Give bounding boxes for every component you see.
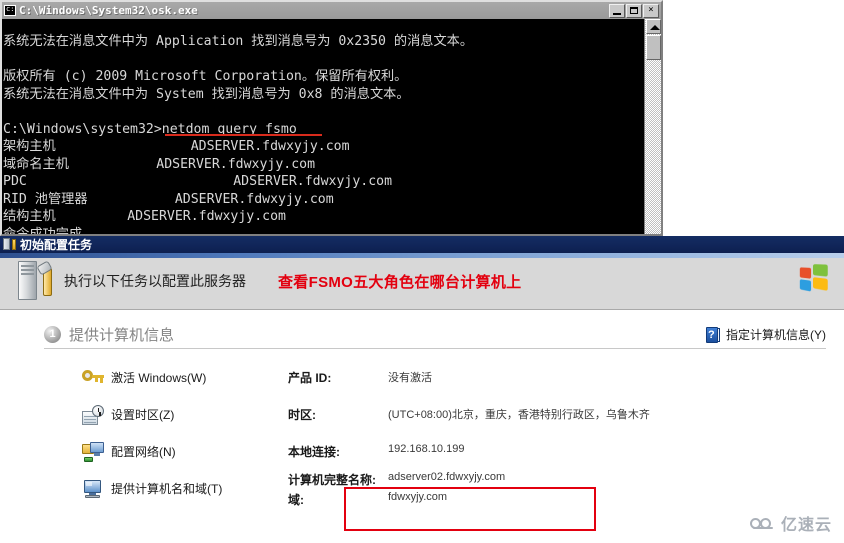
key-icon	[82, 368, 104, 388]
product-id-field: 产品 ID: 没有激活	[288, 369, 844, 386]
console-scrollbar[interactable]	[644, 19, 661, 234]
ict-header-text: 执行以下任务以配置此服务器	[64, 273, 246, 289]
full-computer-name-label: 计算机完整名称:	[288, 473, 376, 487]
timezone-field: 时区: (UTC+08:00)北京，重庆，香港特别行政区，乌鲁木齐	[288, 406, 844, 423]
domain-value: fdwxyjy.com	[388, 491, 448, 503]
section-number-badge: 1	[44, 326, 61, 343]
help-book-icon: ?	[706, 326, 720, 343]
ict-header-banner: 执行以下任务以配置此服务器 查看FSMO五大角色在哪台计算机上	[0, 253, 844, 310]
specify-computer-information-link[interactable]: ? 指定计算机信息(Y)	[706, 326, 826, 343]
provide-computer-name-task[interactable]: 提供计算机名和域(T)	[0, 479, 288, 499]
task-list: 激活 Windows(W) 产品 ID: 没有激活 设置时区(Z) 时区: (U…	[0, 359, 844, 507]
product-id-label: 产品 ID:	[288, 371, 332, 385]
full-computer-name-row: 计算机完整名称: adserver02.fdwxyjy.com	[288, 471, 505, 488]
ict-title: 初始配置任务	[20, 238, 93, 252]
section-title: 提供计算机信息	[69, 327, 175, 344]
local-connection-value: 192.168.10.199	[388, 443, 465, 455]
computer-name-domain-fields: 计算机完整名称: adserver02.fdwxyjy.com 域: fdwxy…	[288, 469, 844, 508]
network-icon	[82, 441, 104, 462]
configure-network-label: 配置网络(N)	[111, 445, 176, 459]
set-timezone-task[interactable]: 设置时区(Z)	[0, 404, 288, 425]
full-computer-name-value: adserver02.fdwxyjy.com	[388, 471, 506, 483]
section-header: 1 提供计算机信息 ? 指定计算机信息(Y)	[44, 324, 826, 349]
task-row: 激活 Windows(W) 产品 ID: 没有激活	[0, 359, 844, 396]
maximize-button[interactable]	[626, 3, 642, 18]
annotation-text: 查看FSMO五大角色在哪台计算机上	[278, 273, 522, 291]
window-controls: ×	[609, 3, 660, 18]
product-id-value: 没有激活	[388, 372, 432, 384]
set-timezone-label: 设置时区(Z)	[111, 408, 175, 422]
watermark-text: 亿速云	[780, 517, 832, 534]
cmd-icon	[4, 5, 16, 16]
domain-label: 域:	[288, 493, 304, 507]
task-row: 提供计算机名和域(T) 计算机完整名称: adserver02.fdwxyjy.…	[0, 470, 844, 507]
task-row: 设置时区(Z) 时区: (UTC+08:00)北京，重庆，香港特别行政区，乌鲁木…	[0, 396, 844, 433]
server-configure-icon	[18, 260, 53, 301]
console-titlebar[interactable]: C:\Windows\System32\osk.exe ×	[2, 2, 661, 19]
configure-network-task[interactable]: 配置网络(N)	[0, 441, 288, 462]
computer-icon	[82, 479, 104, 499]
cloud-icon	[749, 516, 776, 531]
local-connection-field: 本地连接: 192.168.10.199	[288, 443, 844, 460]
provide-computer-name-label: 提供计算机名和域(T)	[111, 482, 223, 496]
console-window[interactable]: C:\Windows\System32\osk.exe × 系统无法在消息文件中…	[0, 0, 663, 236]
watermark: 亿速云	[749, 511, 832, 535]
timezone-label: 时区:	[288, 408, 316, 422]
initial-configuration-tasks-window: 初始配置任务 执行以下任务以配置此服务器 查看FSMO五大角色在哪台计算机上 1…	[0, 236, 844, 543]
console-title: C:\Windows\System32\osk.exe	[19, 4, 198, 17]
local-connection-label: 本地连接:	[288, 445, 340, 459]
scrollbar-thumb[interactable]	[646, 35, 661, 60]
task-row: 配置网络(N) 本地连接: 192.168.10.199	[0, 433, 844, 470]
activate-windows-label: 激活 Windows(W)	[111, 371, 207, 385]
ict-window-icon	[3, 238, 16, 251]
timezone-icon	[82, 404, 104, 425]
close-button[interactable]: ×	[643, 3, 659, 18]
minimize-button[interactable]	[609, 3, 625, 18]
domain-row: 域: fdwxyjy.com	[288, 491, 447, 508]
provide-computer-information-section: 1 提供计算机信息 ? 指定计算机信息(Y) 激活 Windows(W) 产品 …	[0, 310, 844, 507]
activate-windows-task[interactable]: 激活 Windows(W)	[0, 368, 288, 388]
console-body[interactable]: 系统无法在消息文件中为 Application 找到消息号为 0x2350 的消…	[2, 19, 661, 234]
scroll-up-arrow-icon[interactable]	[646, 19, 661, 34]
ict-titlebar[interactable]: 初始配置任务	[0, 236, 844, 253]
timezone-value: (UTC+08:00)北京，重庆，香港特别行政区，乌鲁木齐	[388, 409, 650, 421]
windows-logo-icon	[799, 264, 829, 295]
help-link-label: 指定计算机信息(Y)	[726, 328, 826, 342]
command-underline-highlight	[165, 134, 322, 136]
